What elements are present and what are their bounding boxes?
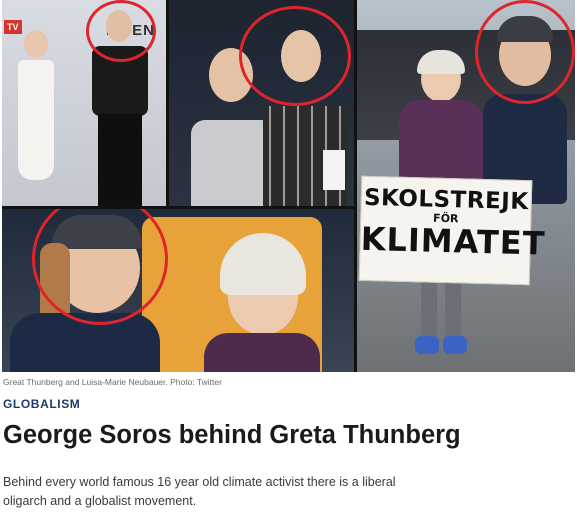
category-label[interactable]: GLOBALISM — [3, 397, 80, 411]
sign-line-1: SKOLSTREJK — [363, 184, 529, 216]
protest-sign: SKOLSTREJK FÖR KLIMATET — [358, 175, 546, 286]
highlight-circle — [86, 0, 156, 62]
person-girl-white-dress — [14, 30, 58, 200]
photo-panel-protest: SKOLSTREJK FÖR KLIMATET — [357, 0, 575, 372]
photo-collage: TV EL EN w — [2, 0, 575, 372]
highlight-circle — [239, 6, 351, 106]
article-summary: Behind every world famous 16 year old cl… — [3, 475, 396, 508]
person-girl-white-beanie — [204, 229, 320, 372]
article-headline[interactable]: George Soros behind Greta Thunberg — [3, 421, 461, 450]
photo-panel-conference — [169, 0, 354, 206]
photo-panel-closeup — [2, 209, 354, 372]
photo-panel-event: TV EL EN w — [2, 0, 166, 206]
sign-line-3: KLIMATET — [360, 219, 546, 263]
photo-caption: Great Thunberg and Luisa-Marie Neubauer.… — [3, 377, 222, 387]
highlight-circle — [475, 0, 575, 104]
